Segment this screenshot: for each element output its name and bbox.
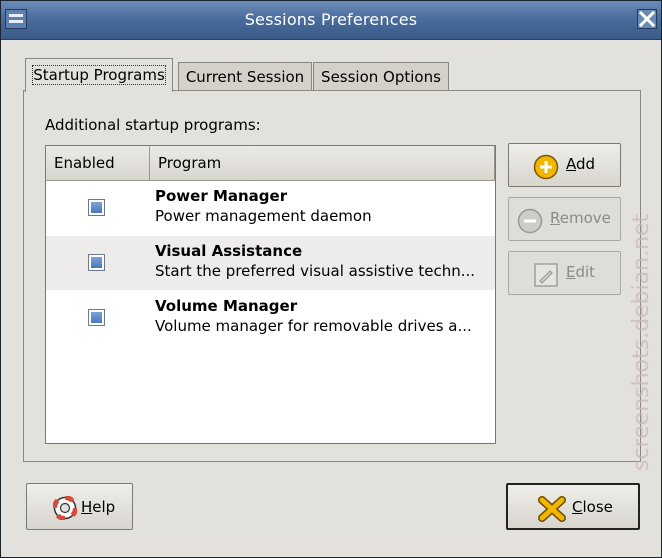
help-label-rest: elp <box>92 498 116 516</box>
title-bar[interactable]: Sessions Preferences <box>1 1 661 40</box>
edit-button-label: Edit <box>566 263 595 281</box>
remove-mnemonic: R <box>550 209 560 227</box>
remove-label-rest: emove <box>559 209 611 227</box>
checkbox-fill <box>91 312 102 323</box>
tab-session-options[interactable]: Session Options <box>313 62 449 91</box>
startup-programs-panel: Additional startup programs: Enabled Pro… <box>23 90 641 462</box>
column-header-enabled[interactable]: Enabled <box>46 146 150 181</box>
close-icon <box>538 496 566 526</box>
checkbox-fill <box>91 257 102 268</box>
enabled-checkbox[interactable] <box>88 309 105 326</box>
checkbox-fill <box>91 202 102 213</box>
list-header: Enabled Program <box>46 146 495 181</box>
remove-button[interactable]: Remove <box>508 197 621 241</box>
add-mnemonic: A <box>566 155 576 173</box>
edit-button[interactable]: Edit <box>508 251 621 295</box>
program-name: Power Manager <box>155 187 288 205</box>
add-button-label: Add <box>566 155 595 173</box>
table-row[interactable]: Visual Assistance Start the preferred vi… <box>46 236 495 290</box>
startup-programs-list[interactable]: Enabled Program Power Manager Power mana… <box>45 145 496 444</box>
table-row[interactable]: Volume Manager Volume manager for remova… <box>46 291 495 345</box>
add-button[interactable]: Add <box>508 143 621 187</box>
close-button[interactable]: Close <box>506 483 640 530</box>
help-button[interactable]: Help <box>26 483 133 530</box>
close-mnemonic: C <box>572 498 583 516</box>
sessions-preferences-window: Sessions Preferences Startup Programs Cu… <box>0 0 662 558</box>
help-mnemonic: H <box>81 498 93 516</box>
program-description: Volume manager for removable drives a... <box>155 317 472 335</box>
close-button-label: Close <box>572 498 613 516</box>
edit-icon <box>533 262 559 292</box>
tab-label: Startup Programs <box>32 65 166 85</box>
remove-button-label: Remove <box>550 209 611 227</box>
help-icon <box>52 495 78 524</box>
table-row[interactable]: Power Manager Power management daemon <box>46 181 495 235</box>
program-name: Volume Manager <box>155 297 298 315</box>
enabled-checkbox[interactable] <box>88 254 105 271</box>
tab-label: Session Options <box>321 68 441 86</box>
enabled-checkbox[interactable] <box>88 199 105 216</box>
program-description: Power management daemon <box>155 207 372 225</box>
watermark: screenshots.debian.net <box>629 213 654 471</box>
startup-programs-heading: Additional startup programs: <box>45 116 261 134</box>
close-label-rest: lose <box>582 498 613 516</box>
program-name: Visual Assistance <box>155 242 303 260</box>
window-title: Sessions Preferences <box>244 10 418 29</box>
program-description: Start the preferred visual assistive tec… <box>155 262 476 280</box>
help-button-label: Help <box>81 498 115 516</box>
window-close-button[interactable] <box>637 9 657 29</box>
edit-label-rest: dit <box>575 263 596 281</box>
remove-icon <box>517 208 543 238</box>
add-label-rest: dd <box>576 155 596 173</box>
close-x-icon <box>638 10 656 28</box>
column-header-program[interactable]: Program <box>150 146 495 181</box>
tab-current-session[interactable]: Current Session <box>178 62 312 91</box>
add-icon <box>533 154 559 184</box>
tab-label: Current Session <box>185 68 305 86</box>
tab-startup-programs[interactable]: Startup Programs <box>25 58 173 92</box>
